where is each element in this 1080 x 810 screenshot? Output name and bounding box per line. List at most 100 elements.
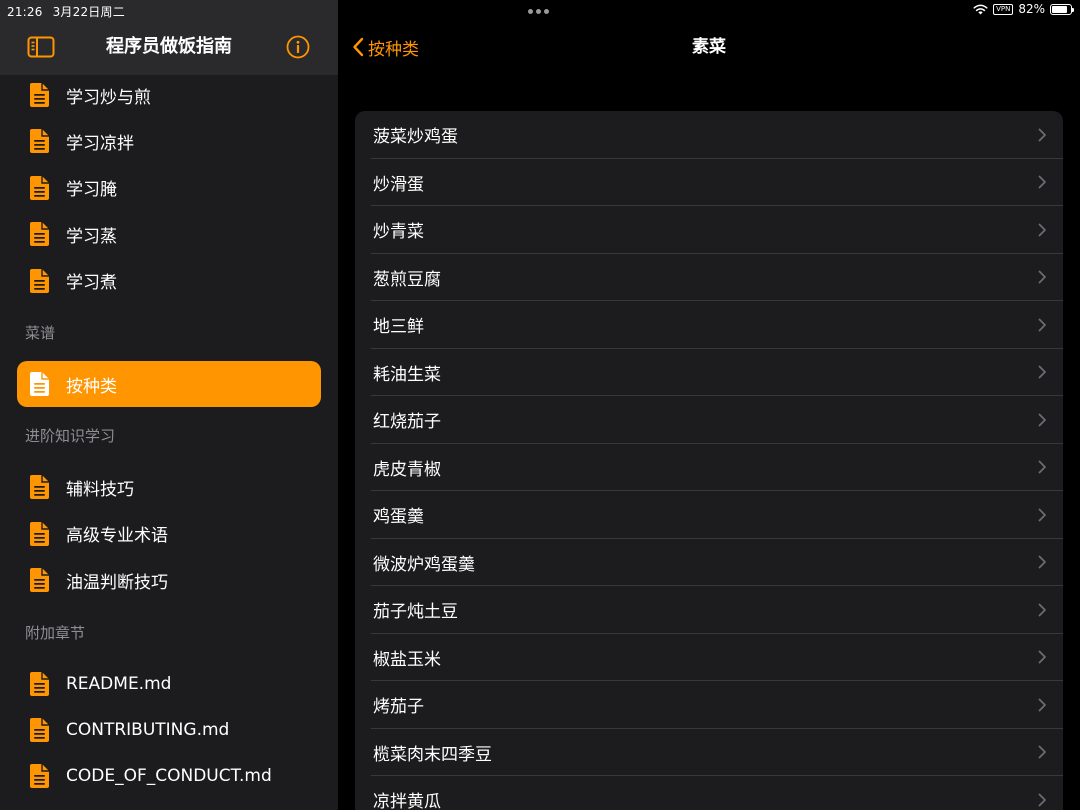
sidebar: 21:26 3月22日周二 程序员做饭指南 学习炒与煎 学习凉拌 学习腌 学习蒸… (0, 0, 338, 810)
sidebar-item-label: README.md (66, 673, 172, 694)
sidebar-item[interactable]: 学习煮 (17, 258, 321, 304)
recipe-row-label: 炒青菜 (373, 222, 424, 243)
recipe-row[interactable]: 耗油生菜 (355, 349, 1063, 396)
recipe-row-label: 茄子炖土豆 (373, 602, 458, 623)
sidebar-item[interactable]: 辅料技巧 (17, 464, 321, 510)
status-bar-left: 21:26 3月22日周二 (7, 3, 135, 20)
recipe-row-label: 耗油生菜 (373, 364, 441, 385)
document-icon (30, 718, 49, 742)
recipe-row[interactable]: 榄菜肉末四季豆 (355, 729, 1063, 776)
vpn-badge: VPN (993, 3, 1014, 15)
recipe-row-label: 微波炉鸡蛋羹 (373, 554, 475, 575)
sidebar-header: 21:26 3月22日周二 程序员做饭指南 (0, 0, 338, 75)
info-button[interactable] (286, 35, 310, 59)
recipe-row-label: 榄菜肉末四季豆 (373, 744, 492, 765)
recipe-row-label: 炒滑蛋 (373, 174, 424, 195)
recipe-row[interactable]: 地三鲜 (355, 301, 1063, 349)
chevron-right-icon (1038, 555, 1046, 569)
chevron-right-icon (1038, 270, 1046, 284)
section-header: 附加章节 (25, 623, 86, 642)
recipe-row[interactable]: 椒盐玉米 (355, 634, 1063, 681)
sidebar-item[interactable]: README.md (17, 661, 321, 707)
section-header: 菜谱 (25, 324, 56, 342)
section-header: 进阶知识学习 (25, 427, 116, 446)
recipe-row-label: 虎皮青椒 (373, 459, 441, 480)
multitasking-dots[interactable] (528, 9, 549, 14)
recipe-row-label: 烤茄子 (373, 697, 424, 718)
chevron-right-icon (1038, 793, 1046, 807)
document-icon (30, 268, 49, 293)
sidebar-item[interactable]: 学习凉拌 (17, 118, 321, 164)
recipe-list: 菠菜炒鸡蛋 炒滑蛋 炒青菜 葱煎豆腐 地三鲜 耗油生菜 红烧茄子 虎皮青椒 鸡蛋… (355, 111, 1063, 810)
document-icon (30, 521, 49, 546)
sidebar-item-label: CODE_OF_CONDUCT.md (66, 766, 272, 787)
sidebar-item[interactable]: 按种类 (17, 361, 321, 407)
chevron-right-icon (1038, 365, 1046, 379)
document-icon (30, 129, 49, 154)
sidebar-item-label: 学习炒与煎 (66, 87, 151, 108)
recipe-row[interactable]: 葱煎豆腐 (355, 254, 1063, 301)
chevron-right-icon (1038, 508, 1046, 522)
sidebar-item[interactable]: 学习蒸 (17, 211, 321, 257)
recipe-row[interactable]: 炒青菜 (355, 206, 1063, 254)
recipe-row[interactable]: 烤茄子 (355, 681, 1063, 729)
chevron-right-icon (1038, 650, 1046, 664)
sidebar-item-label: 学习煮 (66, 273, 117, 294)
chevron-right-icon (1038, 698, 1046, 712)
chevron-right-icon (1038, 460, 1046, 474)
document-icon (30, 175, 49, 200)
sidebar-item-label: 按种类 (66, 376, 117, 397)
recipe-row-label: 凉拌黄瓜 (373, 792, 441, 810)
recipe-row[interactable]: 炒滑蛋 (355, 159, 1063, 206)
chevron-right-icon (1038, 318, 1046, 332)
document-icon (30, 222, 49, 247)
sidebar-item-label: 学习凉拌 (66, 133, 134, 154)
sidebar-item[interactable]: 油温判断技巧 (17, 557, 321, 603)
recipe-row[interactable]: 红烧茄子 (355, 396, 1063, 444)
chevron-right-icon (1038, 128, 1046, 142)
sidebar-item-label: 油温判断技巧 (66, 572, 168, 593)
chevron-right-icon (1038, 175, 1046, 189)
nav-title: 素菜 (338, 36, 1080, 58)
chevron-right-icon (1038, 223, 1046, 237)
sidebar-item-label: CONTRIBUTING.md (66, 720, 230, 740)
recipe-row[interactable]: 凉拌黄瓜 (355, 776, 1063, 810)
battery-icon (1050, 3, 1074, 15)
wifi-icon (973, 4, 988, 14)
sidebar-item[interactable]: 学习炒与煎 (17, 72, 321, 118)
sidebar-item-label: 辅料技巧 (66, 479, 134, 500)
document-icon (30, 475, 49, 500)
sidebar-item-label: 高级专业术语 (66, 526, 168, 547)
sidebar-item[interactable]: 学习腌 (17, 165, 321, 211)
document-icon (30, 372, 49, 396)
recipe-row[interactable]: 鸡蛋羹 (355, 491, 1063, 539)
nav-title-text: 素菜 (692, 37, 726, 57)
recipe-row-label: 椒盐玉米 (373, 649, 441, 670)
sidebar-item-label: 学习蒸 (66, 226, 117, 247)
recipe-row[interactable]: 菠菜炒鸡蛋 (355, 111, 1063, 159)
recipe-row-label: 鸡蛋羹 (373, 507, 424, 528)
document-icon (30, 83, 49, 107)
recipe-row[interactable]: 虎皮青椒 (355, 444, 1063, 491)
recipe-row-label: 地三鲜 (373, 317, 424, 338)
document-icon (30, 764, 49, 789)
recipe-row[interactable]: 微波炉鸡蛋羹 (355, 539, 1063, 586)
recipe-row[interactable]: 茄子炖土豆 (355, 586, 1063, 634)
status-date: 3月22日周二 (52, 5, 125, 19)
chevron-right-icon (1038, 603, 1046, 617)
sidebar-item[interactable]: CONTRIBUTING.md (17, 707, 321, 753)
chevron-right-icon (1038, 413, 1046, 427)
sidebar-item-label: 学习腌 (66, 180, 117, 201)
recipe-row-label: 菠菜炒鸡蛋 (373, 127, 458, 148)
battery-percent: 82% (1018, 2, 1045, 16)
status-time: 21:26 (7, 5, 43, 19)
info-icon (286, 35, 310, 59)
status-bar-right: VPN 82% (973, 2, 1074, 16)
sidebar-item[interactable]: CODE_OF_CONDUCT.md (17, 753, 321, 799)
document-icon (30, 568, 49, 593)
app-window: 21:26 3月22日周二 程序员做饭指南 学习炒与煎 学习凉拌 学习腌 学习蒸… (0, 0, 1080, 810)
recipe-row-label: 红烧茄子 (373, 412, 441, 433)
recipe-row-label: 葱煎豆腐 (373, 269, 441, 290)
chevron-right-icon (1038, 745, 1046, 759)
sidebar-item[interactable]: 高级专业术语 (17, 511, 321, 557)
